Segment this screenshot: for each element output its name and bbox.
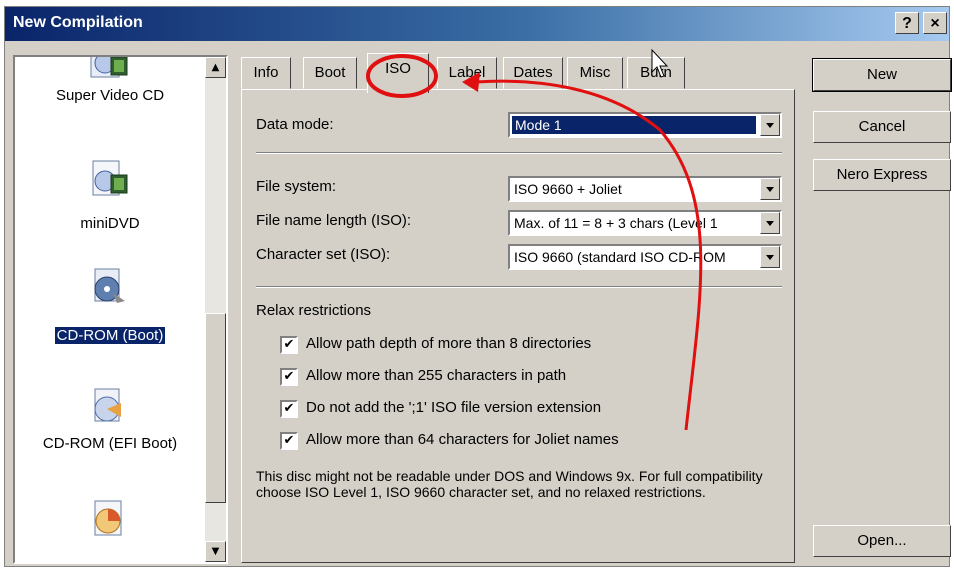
- tab-iso[interactable]: ISO: [367, 53, 429, 93]
- character-set-label: Character set (ISO):: [256, 246, 391, 263]
- path-depth-checkbox[interactable]: ✔: [280, 336, 298, 354]
- chevron-down-icon[interactable]: [760, 246, 780, 268]
- tab-dates[interactable]: Dates: [503, 57, 563, 89]
- joliet-names-label: Allow more than 64 characters for Joliet…: [306, 431, 619, 448]
- iso-tab-panel: Data mode: Mode 1 File system: ISO 9660 …: [241, 89, 795, 563]
- list-scrollbar[interactable]: ▲ ▼: [205, 57, 226, 562]
- compatibility-note: This disc might not be readable under DO…: [256, 468, 763, 500]
- cancel-button[interactable]: Cancel: [813, 111, 951, 143]
- list-item-label: CD-ROM (EFI Boot): [42, 435, 178, 452]
- divider: [256, 286, 782, 288]
- video-disc-icon: [90, 57, 128, 78]
- file-system-value: ISO 9660 + Joliet: [514, 181, 622, 197]
- data-mode-select[interactable]: Mode 1: [508, 112, 782, 138]
- boot-disc-icon: [94, 268, 125, 303]
- tab-label[interactable]: Label: [437, 57, 497, 89]
- window-title: New Compilation: [13, 14, 143, 31]
- character-set-select[interactable]: ISO 9660 (standard ISO CD-ROM: [508, 244, 782, 270]
- path-depth-label: Allow path depth of more than 8 director…: [306, 335, 592, 352]
- data-mode-label: Data mode:: [256, 116, 334, 133]
- version-extension-checkbox[interactable]: ✔: [280, 400, 298, 418]
- version-extension-label: Do not add the ';1' ISO file version ext…: [306, 399, 602, 416]
- character-set-value: ISO 9660 (standard ISO CD-ROM: [514, 249, 726, 265]
- path-length-checkbox[interactable]: ✔: [280, 368, 298, 386]
- scroll-down-button[interactable]: ▼: [205, 541, 226, 562]
- file-system-label: File system:: [256, 178, 337, 195]
- tab-boot[interactable]: Boot: [303, 57, 357, 89]
- title-bar: New Compilation ? ×: [5, 7, 949, 41]
- disc-icon: [94, 500, 122, 536]
- file-system-select[interactable]: ISO 9660 + Joliet: [508, 176, 782, 202]
- compilation-type-list[interactable]: Super Video CD miniDVD CD-ROM (Boot) CD-…: [13, 55, 228, 564]
- path-length-label: Allow more than 255 characters in path: [306, 367, 567, 384]
- file-name-length-value: Max. of 11 = 8 + 3 chars (Level 1: [514, 215, 718, 231]
- relax-restrictions-heading: Relax restrictions: [256, 302, 372, 319]
- chevron-down-icon[interactable]: [760, 114, 780, 136]
- scroll-thumb[interactable]: [205, 313, 226, 503]
- efi-boot-disc-icon: [94, 388, 121, 422]
- divider: [256, 152, 782, 154]
- file-name-length-label: File name length (ISO):: [256, 212, 412, 229]
- nero-express-button[interactable]: Nero Express: [813, 159, 951, 191]
- open-button[interactable]: Open...: [813, 525, 951, 557]
- tab-info[interactable]: Info: [241, 57, 291, 89]
- close-button[interactable]: ×: [923, 12, 947, 34]
- new-button[interactable]: New: [812, 58, 952, 92]
- new-compilation-dialog: New Compilation ? × Super Video CD miniD…: [4, 6, 952, 567]
- joliet-names-checkbox[interactable]: ✔: [280, 432, 298, 450]
- tab-burn[interactable]: Burn: [627, 57, 685, 89]
- list-item-label: miniDVD: [80, 215, 140, 232]
- tab-misc[interactable]: Misc: [567, 57, 623, 89]
- list-item-label: CD-ROM (Boot): [54, 327, 166, 344]
- help-button[interactable]: ?: [895, 12, 919, 34]
- chevron-down-icon[interactable]: [760, 178, 780, 200]
- video-disc-icon: [92, 160, 128, 196]
- file-name-length-select[interactable]: Max. of 11 = 8 + 3 chars (Level 1: [508, 210, 782, 236]
- list-item-label: Super Video CD: [55, 87, 165, 104]
- chevron-down-icon[interactable]: [760, 212, 780, 234]
- data-mode-value: Mode 1: [512, 116, 756, 134]
- scroll-up-button[interactable]: ▲: [205, 57, 226, 78]
